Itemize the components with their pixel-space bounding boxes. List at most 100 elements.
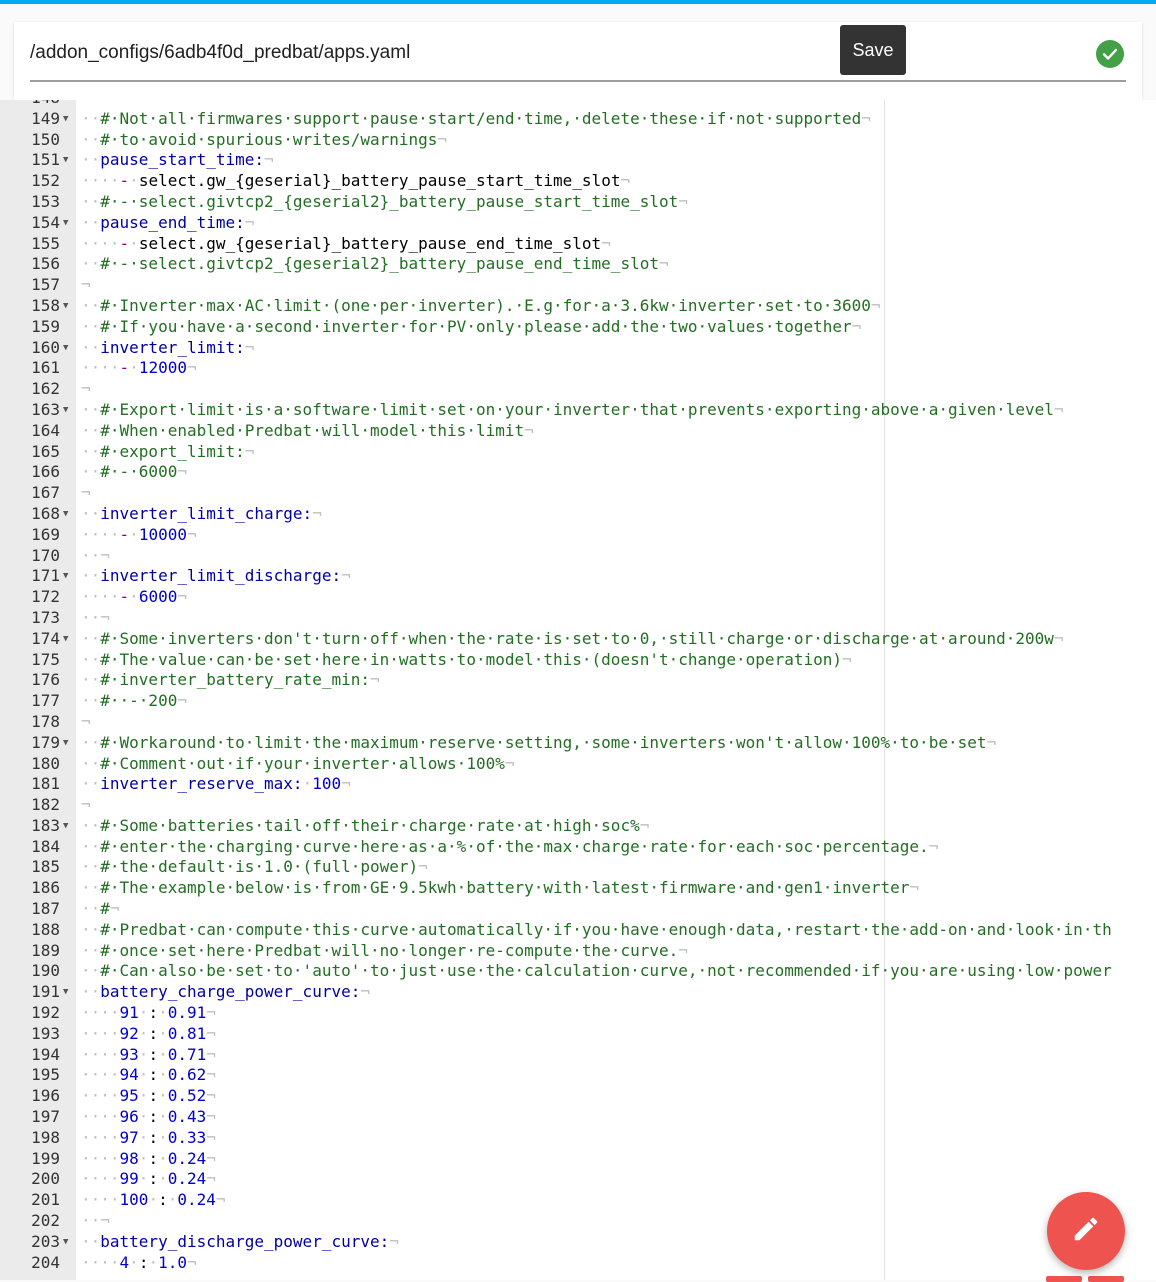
code-line[interactable]: 158 ▼ ··#·Inverter·max·AC·limit·(one·per·i… <box>0 296 1156 317</box>
code-text[interactable]: ··#·Not·all·firmwares·support·pause·star… <box>81 109 871 130</box>
code-text[interactable]: ··#·Some·batteries·tail·off·their·charge… <box>81 816 649 837</box>
code-text[interactable]: ····-·select.gw_{geserial}_battery_pause… <box>81 234 611 255</box>
code-line[interactable]: 185 ··#·the·default·is·1.0·(full·power)¬ <box>0 857 1156 878</box>
code-text[interactable]: ··¬ <box>81 1211 110 1232</box>
code-text[interactable]: ··#·-·select.givtcp2_{geserial2}_battery… <box>81 192 688 213</box>
code-line[interactable]: 157 ¬ <box>0 275 1156 296</box>
code-text[interactable]: ··inverter_limit_charge:¬ <box>81 504 322 525</box>
code-text[interactable]: ··#·-·select.givtcp2_{geserial2}_battery… <box>81 254 669 275</box>
code-text[interactable]: ····97·:·0.33¬ <box>81 1128 216 1149</box>
code-text[interactable]: ··#·Export·limit·is·a·software·limit·set… <box>81 400 1064 421</box>
code-text[interactable]: ····92·:·0.81¬ <box>81 1024 216 1045</box>
code-text[interactable]: ··#·Comment·out·if·your·inverter·allows·… <box>81 754 514 775</box>
code-line[interactable]: 191 ▼ ··battery_charge_power_curve:¬ <box>0 982 1156 1003</box>
code-text[interactable]: ··#·Workaround·to·limit·the·maximum·rese… <box>81 733 996 754</box>
code-text[interactable]: ··pause_start_time:¬ <box>81 150 274 171</box>
code-text[interactable]: ¬ <box>81 379 91 400</box>
code-line[interactable]: 177 ··#··-·200¬ <box>0 691 1156 712</box>
code-text[interactable]: ··¬ <box>81 546 110 567</box>
code-text[interactable]: ··#·The·example·below·is·from·GE·9.5kwh·… <box>81 878 919 899</box>
fold-arrow-icon[interactable]: ▼ <box>63 296 68 317</box>
code-line[interactable]: 165 ··#·export_limit:¬ <box>0 442 1156 463</box>
fold-arrow-icon[interactable]: ▼ <box>63 733 68 754</box>
code-line[interactable]: 173 ··¬ <box>0 608 1156 629</box>
code-line[interactable]: 172 ····-·6000¬ <box>0 587 1156 608</box>
code-line[interactable]: 161 ····-·12000¬ <box>0 358 1156 379</box>
code-text[interactable]: ··¬ <box>81 608 110 629</box>
code-line[interactable]: 149 ▼ ··#·Not·all·firmwares·support·pause·… <box>0 109 1156 130</box>
fold-arrow-icon[interactable]: ▼ <box>63 400 68 421</box>
code-line[interactable]: 171 ▼ ··inverter_limit_discharge:¬ <box>0 566 1156 587</box>
code-text[interactable]: ····96·:·0.43¬ <box>81 1107 216 1128</box>
code-text[interactable]: ¬ <box>81 795 91 816</box>
code-text[interactable]: ····4·:·1.0¬ <box>81 1253 197 1274</box>
code-line[interactable]: 160 ▼ ··inverter_limit:¬ <box>0 338 1156 359</box>
file-path[interactable]: /addon_configs/6adb4f0d_predbat/apps.yam… <box>30 42 410 64</box>
code-line[interactable]: 176 ··#·inverter_battery_rate_min:¬ <box>0 670 1156 691</box>
code-text[interactable]: ····94·:·0.62¬ <box>81 1065 216 1086</box>
code-text[interactable]: ··#·once·set·here·Predbat·will·no·longer… <box>81 941 688 962</box>
code-text[interactable]: ··#·When·enabled·Predbat·will·model·this… <box>81 421 534 442</box>
fold-arrow-icon[interactable]: ▼ <box>63 150 68 171</box>
fold-arrow-icon[interactable]: ▼ <box>63 504 68 525</box>
code-text[interactable]: ··#¬ <box>81 899 120 920</box>
code-line[interactable]: 164 ··#·When·enabled·Predbat·will·model·t… <box>0 421 1156 442</box>
save-button[interactable]: Save <box>840 25 906 75</box>
code-text[interactable]: ··#·-·6000¬ <box>81 462 187 483</box>
code-line[interactable]: 148 ¬ <box>0 100 1156 109</box>
code-line[interactable]: 201 ····100·:·0.24¬ <box>0 1190 1156 1211</box>
code-text[interactable]: ··battery_charge_power_curve:¬ <box>81 982 370 1003</box>
code-text[interactable]: ····-·select.gw_{geserial}_battery_pause… <box>81 171 630 192</box>
code-line[interactable]: 204 ····4·:·1.0¬ <box>0 1253 1156 1274</box>
code-text[interactable]: ····93·:·0.71¬ <box>81 1045 216 1066</box>
code-line[interactable]: 189 ··#·once·set·here·Predbat·will·no·lon… <box>0 941 1156 962</box>
fold-arrow-icon[interactable]: ▼ <box>63 566 68 587</box>
fold-arrow-icon[interactable]: ▼ <box>63 109 68 130</box>
code-line[interactable]: 166 ··#·-·6000¬ <box>0 462 1156 483</box>
code-line[interactable]: 151 ▼ ··pause_start_time:¬ <box>0 150 1156 171</box>
code-line[interactable]: 167 ¬ <box>0 483 1156 504</box>
code-lines[interactable]: 148¬149▼··#·Not·all·firmwares·support·pa… <box>0 100 1156 1273</box>
code-text[interactable]: ····-·6000¬ <box>81 587 187 608</box>
code-text[interactable]: ··#·Some·inverters·don't·turn·off·when·t… <box>81 629 1064 650</box>
code-line[interactable]: 150 ··#·to·avoid·spurious·writes/warnings… <box>0 130 1156 151</box>
code-line[interactable]: 163 ▼ ··#·Export·limit·is·a·software·limit… <box>0 400 1156 421</box>
code-line[interactable]: 169 ····-·10000¬ <box>0 525 1156 546</box>
fold-arrow-icon[interactable]: ▼ <box>63 338 68 359</box>
code-text[interactable]: ··#·Inverter·max·AC·limit·(one·per·inver… <box>81 296 881 317</box>
code-line[interactable]: 184 ··#·enter·the·charging·curve·here·as·… <box>0 837 1156 858</box>
code-text[interactable]: ··inverter_limit:¬ <box>81 338 254 359</box>
code-text[interactable]: ··#·export_limit:¬ <box>81 442 254 463</box>
code-text[interactable]: ····91·:·0.91¬ <box>81 1003 216 1024</box>
code-line[interactable]: 155 ····-·select.gw_{geserial}_battery_pa… <box>0 234 1156 255</box>
code-text[interactable]: ¬ <box>81 483 91 504</box>
code-text[interactable]: ··battery_discharge_power_curve:¬ <box>81 1232 399 1253</box>
code-line[interactable]: 196 ····95·:·0.52¬ <box>0 1086 1156 1107</box>
code-line[interactable]: 198 ····97·:·0.33¬ <box>0 1128 1156 1149</box>
code-text[interactable]: ¬ <box>81 712 91 733</box>
code-line[interactable]: 178 ¬ <box>0 712 1156 733</box>
code-line[interactable]: 170 ··¬ <box>0 546 1156 567</box>
code-line[interactable]: 168 ▼ ··inverter_limit_charge:¬ <box>0 504 1156 525</box>
code-editor[interactable]: 148¬149▼··#·Not·all·firmwares·support·pa… <box>0 100 1156 1280</box>
code-text[interactable]: ····95·:·0.52¬ <box>81 1086 216 1107</box>
code-line[interactable]: 159 ··#·If·you·have·a·second·inverter·for… <box>0 317 1156 338</box>
code-line[interactable]: 174 ▼ ··#·Some·inverters·don't·turn·off·wh… <box>0 629 1156 650</box>
code-line[interactable]: 175 ··#·The·value·can·be·set·here·in·watt… <box>0 650 1156 671</box>
code-line[interactable]: 192 ····91·:·0.91¬ <box>0 1003 1156 1024</box>
code-line[interactable]: 186 ··#·The·example·below·is·from·GE·9.5k… <box>0 878 1156 899</box>
code-line[interactable]: 179 ▼ ··#·Workaround·to·limit·the·maximum·… <box>0 733 1156 754</box>
code-line[interactable]: 180 ··#·Comment·out·if·your·inverter·allo… <box>0 754 1156 775</box>
code-text[interactable]: ····100·:·0.24¬ <box>81 1190 226 1211</box>
code-text[interactable]: ··#·If·you·have·a·second·inverter·for·PV… <box>81 317 861 338</box>
code-line[interactable]: 202 ··¬ <box>0 1211 1156 1232</box>
code-text[interactable]: ··inverter_limit_discharge:¬ <box>81 566 351 587</box>
code-line[interactable]: 197 ····96·:·0.43¬ <box>0 1107 1156 1128</box>
code-line[interactable]: 154 ▼ ··pause_end_time:¬ <box>0 213 1156 234</box>
code-line[interactable]: 193 ····92·:·0.81¬ <box>0 1024 1156 1045</box>
code-line[interactable]: 181 ··inverter_reserve_max:·100¬ <box>0 774 1156 795</box>
code-text[interactable]: ··#·Predbat·can·compute·this·curve·autom… <box>81 920 1112 941</box>
fold-arrow-icon[interactable]: ▼ <box>63 213 68 234</box>
code-text[interactable]: ····-·12000¬ <box>81 358 197 379</box>
code-line[interactable]: 156 ··#·-·select.givtcp2_{geserial2}_batt… <box>0 254 1156 275</box>
